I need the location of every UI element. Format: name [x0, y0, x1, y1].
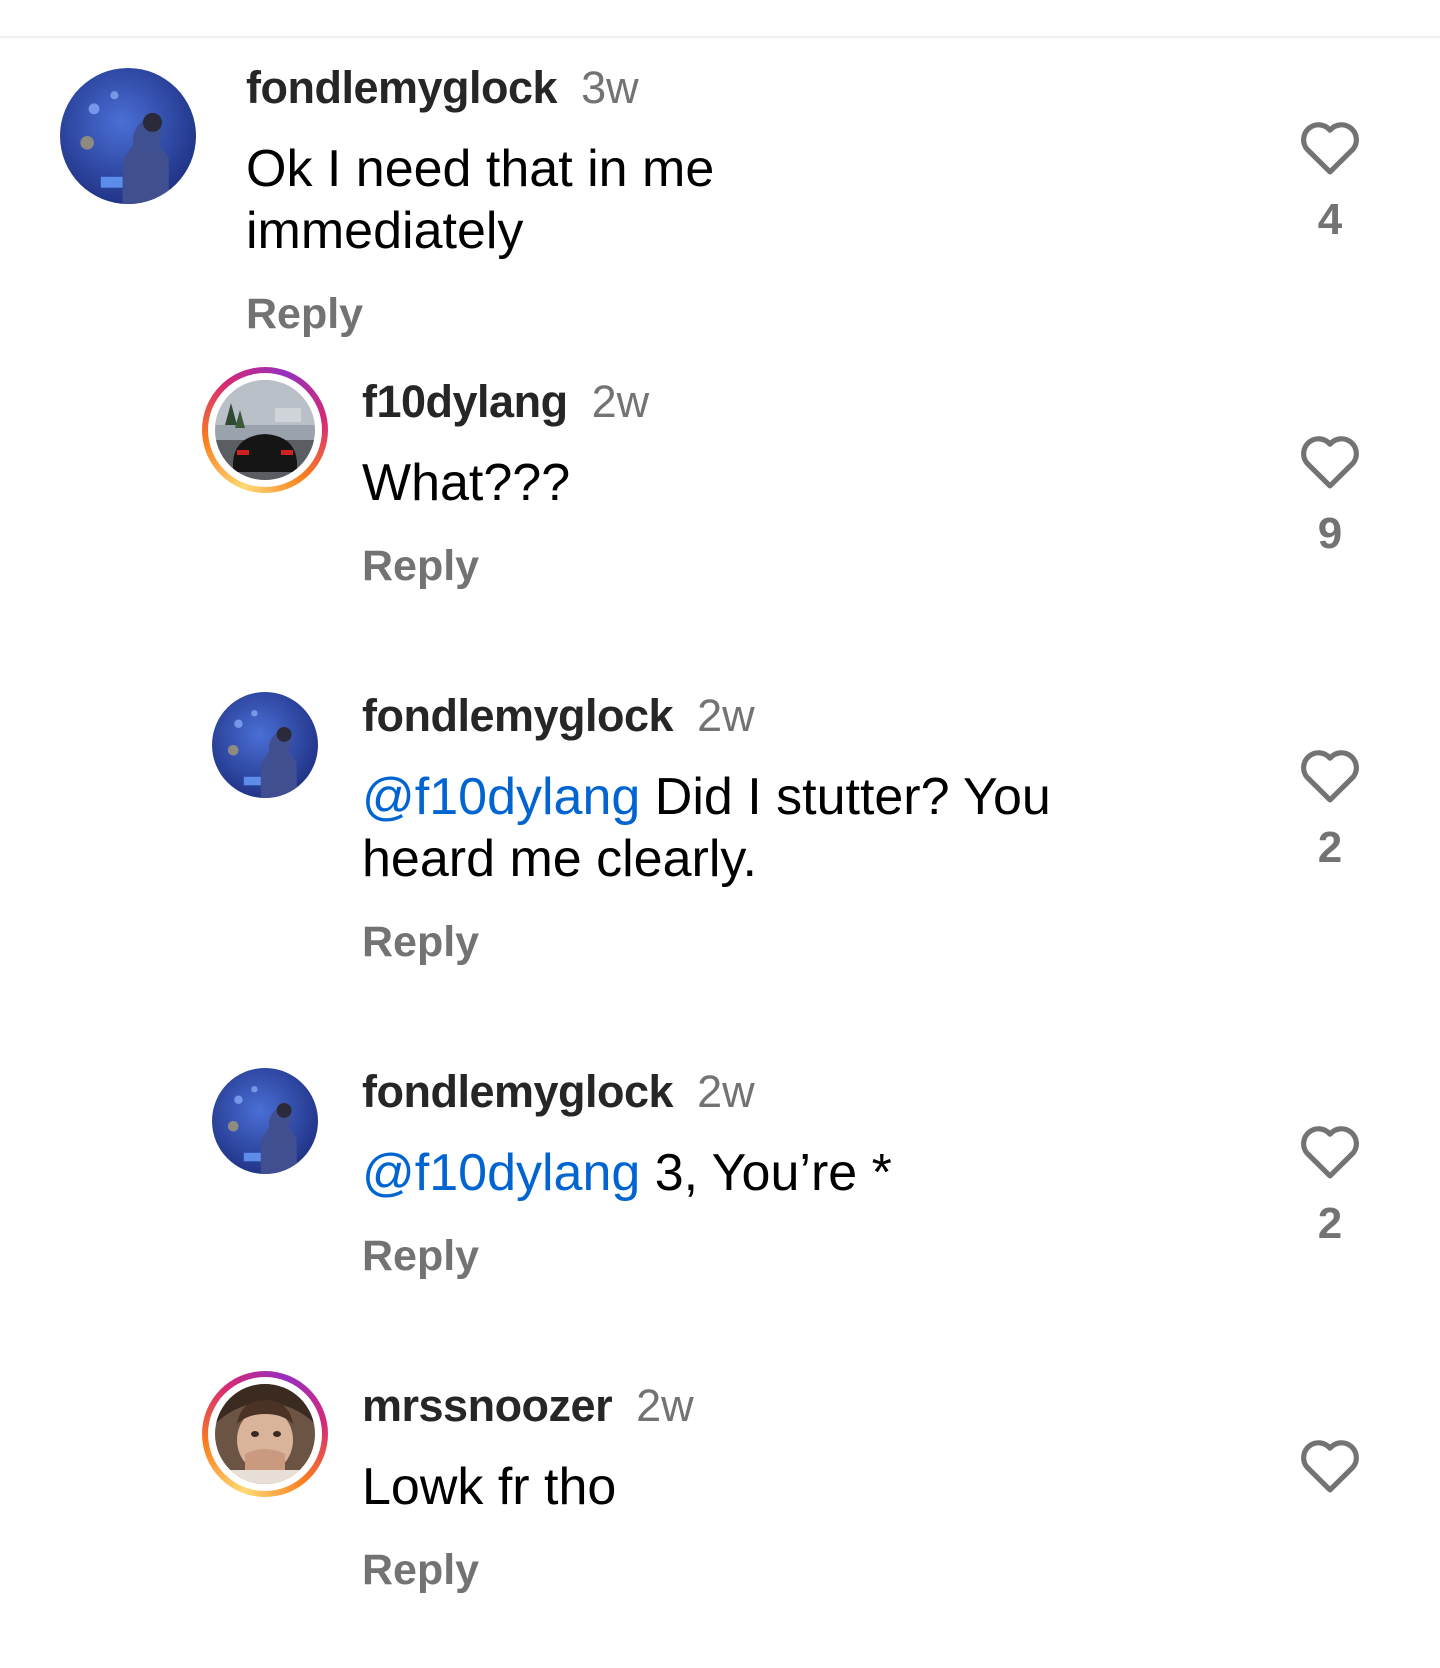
- like-count: 2: [1317, 823, 1343, 872]
- reply-button[interactable]: Reply: [362, 538, 1122, 594]
- like-count: 4: [1317, 195, 1343, 244]
- like-count: 2: [1317, 1199, 1343, 1248]
- like-column: [1290, 1434, 1370, 1510]
- like-column: 9: [1290, 430, 1370, 562]
- comment-timestamp: 3w: [581, 62, 639, 113]
- comment-timestamp: 2w: [591, 376, 650, 427]
- comment-mention[interactable]: @f10dylang: [362, 1144, 640, 1202]
- story-ring[interactable]: [202, 367, 328, 493]
- car-photo-avatar-icon: [215, 380, 315, 480]
- selfie-photo-avatar-icon: [215, 1384, 315, 1484]
- comment-text: @f10dylang Did I stutter? You heard me c…: [362, 766, 1082, 890]
- comment-body: Lowk fr tho: [362, 1458, 617, 1516]
- aquarium-photo-avatar-icon: [212, 692, 318, 798]
- like-column: 2: [1290, 744, 1370, 876]
- heart-outline-icon[interactable]: [1297, 116, 1363, 176]
- comment-meta: f10dylang 2w: [362, 374, 1122, 430]
- like-count: 9: [1317, 509, 1343, 558]
- comment-timestamp: 2w: [636, 1380, 694, 1431]
- reply-button[interactable]: Reply: [362, 1228, 1122, 1284]
- reply-button[interactable]: Reply: [362, 1542, 1122, 1598]
- comment-text: Ok I need that in me immediately: [246, 138, 1006, 262]
- like-column: 4: [1290, 116, 1370, 248]
- comment-username[interactable]: f10dylang: [362, 376, 568, 427]
- comment-text: @f10dylang 3, You’re *: [362, 1142, 1122, 1204]
- comment-username[interactable]: mrssnoozer: [362, 1380, 613, 1431]
- comment-meta: fondlemyglock 2w: [362, 1064, 1122, 1120]
- comment-body: 3, You’re *: [640, 1144, 892, 1202]
- reply-button[interactable]: Reply: [362, 914, 1082, 970]
- like-column: 2: [1290, 1120, 1370, 1252]
- top-divider: [0, 36, 1440, 38]
- heart-outline-icon[interactable]: [1297, 744, 1363, 804]
- comment-body: What???: [362, 454, 571, 512]
- comment-text: What???: [362, 452, 1122, 514]
- comment-meta: fondlemyglock 3w: [246, 60, 1006, 116]
- comment-username[interactable]: fondlemyglock: [246, 62, 558, 113]
- aquarium-photo-avatar-icon: [60, 68, 196, 204]
- heart-outline-icon[interactable]: [1297, 1120, 1363, 1180]
- avatar[interactable]: [215, 1384, 315, 1484]
- comment-body: Ok I need that in me immediately: [246, 140, 715, 260]
- comment-timestamp: 2w: [697, 690, 755, 741]
- avatar[interactable]: [60, 68, 196, 204]
- avatar[interactable]: [212, 1068, 318, 1174]
- aquarium-photo-avatar-icon: [212, 1068, 318, 1174]
- heart-outline-icon[interactable]: [1297, 430, 1363, 490]
- comment-meta: fondlemyglock 2w: [362, 688, 1082, 744]
- comment-username[interactable]: fondlemyglock: [362, 690, 674, 741]
- comment-meta: mrssnoozer 2w: [362, 1378, 1122, 1434]
- comment-text: Lowk fr tho: [362, 1456, 1122, 1518]
- avatar[interactable]: [215, 380, 315, 480]
- comment-timestamp: 2w: [697, 1066, 755, 1117]
- avatar[interactable]: [212, 692, 318, 798]
- comment-mention[interactable]: @f10dylang: [362, 768, 640, 826]
- reply-button[interactable]: Reply: [246, 286, 1006, 342]
- story-ring[interactable]: [202, 1371, 328, 1497]
- heart-outline-icon[interactable]: [1297, 1434, 1363, 1494]
- comment-username[interactable]: fondlemyglock: [362, 1066, 674, 1117]
